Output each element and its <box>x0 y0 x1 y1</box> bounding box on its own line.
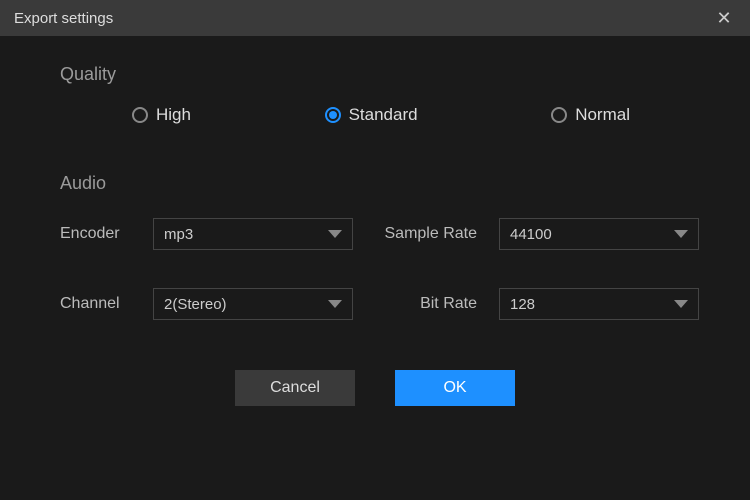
bit-rate-dropdown[interactable]: 128 <box>499 288 699 320</box>
close-icon[interactable]: ✕ <box>712 8 736 29</box>
window-title: Export settings <box>14 10 113 27</box>
encoder-dropdown[interactable]: mp3 <box>153 218 353 250</box>
channel-label: Channel <box>60 295 135 313</box>
bit-rate-value: 128 <box>510 296 535 313</box>
radio-icon <box>132 107 148 123</box>
bit-rate-label: Bit Rate <box>371 295 481 313</box>
chevron-down-icon <box>674 230 688 238</box>
radio-icon <box>551 107 567 123</box>
cancel-button[interactable]: Cancel <box>235 370 355 406</box>
sample-rate-value: 44100 <box>510 226 552 243</box>
audio-form: Encoder mp3 Sample Rate 44100 Channel 2(… <box>60 218 690 320</box>
radio-icon <box>325 107 341 123</box>
titlebar: Export settings ✕ <box>0 0 750 36</box>
quality-radio-high[interactable]: High <box>132 105 191 125</box>
encoder-value: mp3 <box>164 226 193 243</box>
chevron-down-icon <box>674 300 688 308</box>
dialog-buttons: Cancel OK <box>60 370 690 406</box>
quality-normal-label: Normal <box>575 105 630 125</box>
chevron-down-icon <box>328 230 342 238</box>
quality-radio-normal[interactable]: Normal <box>551 105 630 125</box>
quality-radio-group: High Standard Normal <box>60 105 690 125</box>
dialog-content: Quality High Standard Normal Audio Encod… <box>0 36 750 406</box>
ok-button[interactable]: OK <box>395 370 515 406</box>
quality-radio-standard[interactable]: Standard <box>325 105 418 125</box>
channel-value: 2(Stereo) <box>164 296 227 313</box>
quality-high-label: High <box>156 105 191 125</box>
sample-rate-label: Sample Rate <box>371 225 481 243</box>
radio-dot-icon <box>329 111 337 119</box>
encoder-label: Encoder <box>60 225 135 243</box>
quality-section-label: Quality <box>60 64 690 85</box>
chevron-down-icon <box>328 300 342 308</box>
quality-standard-label: Standard <box>349 105 418 125</box>
sample-rate-dropdown[interactable]: 44100 <box>499 218 699 250</box>
channel-dropdown[interactable]: 2(Stereo) <box>153 288 353 320</box>
audio-section-label: Audio <box>60 173 690 194</box>
